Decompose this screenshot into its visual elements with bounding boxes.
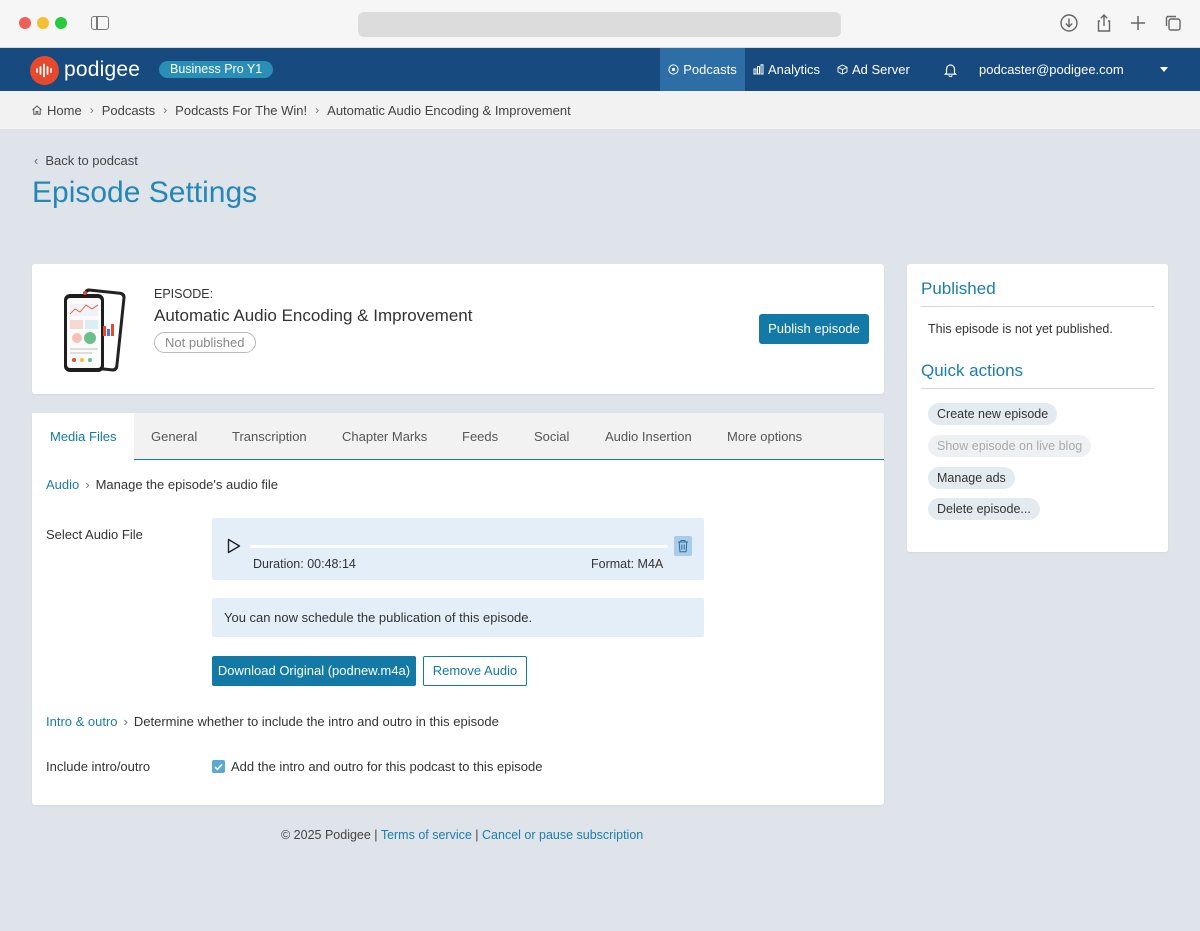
publish-episode-button[interactable]: Publish episode: [759, 314, 869, 344]
play-icon[interactable]: [227, 538, 241, 554]
user-menu-caret-icon[interactable]: [1160, 67, 1168, 72]
published-heading: Published: [921, 279, 996, 298]
footer-copyright: © 2025 Podigee |: [281, 828, 378, 842]
select-audio-file-label: Select Audio File: [46, 527, 143, 542]
tab-social[interactable]: Social: [534, 413, 569, 460]
manage-ads-button[interactable]: Manage ads: [928, 467, 1015, 489]
plan-badge: Business Pro Y1: [159, 61, 274, 78]
breadcrumb-podcasts[interactable]: Podcasts: [102, 103, 155, 118]
download-original-button[interactable]: Download Original (podnew.m4a): [212, 656, 416, 686]
audio-format: Format: M4A: [591, 557, 664, 571]
trash-icon[interactable]: [674, 536, 692, 556]
footer-divider: |: [475, 828, 479, 842]
podigee-logo-icon: [30, 55, 59, 85]
episode-sidebar-card: Published This episode is not yet publis…: [907, 264, 1168, 552]
nav-podcasts[interactable]: Podcasts: [660, 48, 745, 91]
remove-audio-button[interactable]: Remove Audio: [423, 656, 527, 686]
breadcrumb: Home › Podcasts › Podcasts For The Win! …: [0, 91, 1200, 130]
breadcrumb-podcast[interactable]: Podcasts For The Win!: [175, 103, 307, 118]
bar-chart-icon: [753, 64, 764, 75]
nav-analytics-label: Analytics: [768, 62, 821, 77]
breadcrumb-episode: Automatic Audio Encoding & Improvement: [327, 102, 571, 118]
audio-section-description: Manage the episode's audio file: [95, 477, 279, 492]
notifications-bell-icon[interactable]: [943, 48, 958, 91]
audio-duration: Duration: 00:48:14: [253, 557, 356, 571]
episode-cover-image: [64, 288, 126, 372]
user-menu[interactable]: podcaster@podigee.com: [979, 48, 1124, 91]
create-new-episode-button[interactable]: Create new episode: [928, 403, 1058, 425]
zoom-window-button[interactable]: [55, 17, 67, 29]
share-icon[interactable]: [1094, 13, 1114, 33]
tab-feeds[interactable]: Feeds: [462, 413, 498, 460]
page-title: Episode Settings: [32, 176, 258, 209]
quick-actions-heading: Quick actions: [921, 361, 1024, 380]
episode-label: EPISODE:: [154, 287, 214, 301]
tab-more-options[interactable]: More options: [727, 413, 802, 460]
app-header: podigee Business Pro Y1 Podcasts Analyti…: [0, 48, 1200, 91]
audio-progress-slider[interactable]: [250, 545, 668, 548]
cube-icon: [837, 64, 848, 75]
cancel-subscription-link[interactable]: Cancel or pause subscription: [482, 828, 643, 842]
audio-section-link[interactable]: Audio: [46, 477, 79, 492]
settings-tabs: Media Files General Transcription Chapte…: [32, 413, 884, 461]
brand-name: podigee: [64, 58, 141, 81]
back-link-label: Back to podcast: [45, 153, 138, 168]
intro-outro-section-link[interactable]: Intro & outro: [46, 714, 118, 729]
episode-title: Automatic Audio Encoding & Improvement: [154, 306, 473, 325]
terms-of-service-link[interactable]: Terms of service: [381, 828, 472, 842]
status-badge: Not published: [154, 332, 256, 353]
delete-episode-button[interactable]: Delete episode...: [928, 498, 1040, 520]
breadcrumb-separator-icon: ›: [315, 103, 320, 117]
tab-media-files[interactable]: Media Files: [32, 413, 135, 461]
divider: [921, 388, 1154, 389]
breadcrumb-home[interactable]: Home: [47, 103, 82, 118]
nav-ad-server-label: Ad Server: [852, 62, 910, 77]
intro-outro-section-description: Determine whether to include the intro a…: [133, 714, 499, 729]
tab-general[interactable]: General: [151, 413, 197, 460]
intro-outro-checkbox-label[interactable]: Add the intro and outro for this podcast…: [231, 759, 542, 774]
page-footer: © 2025 Podigee | Terms of service | Canc…: [281, 828, 643, 842]
nav-podcasts-label: Podcasts: [683, 62, 737, 77]
divider: [921, 306, 1154, 307]
podcast-icon: [668, 64, 679, 75]
address-bar[interactable]: [358, 12, 841, 37]
download-icon[interactable]: [1059, 13, 1079, 33]
audio-section-header: Audio › Manage the episode's audio file: [46, 477, 278, 492]
include-intro-outro-label: Include intro/outro: [46, 759, 151, 774]
breadcrumb-separator-icon: ›: [89, 103, 94, 117]
intro-outro-section-header: Intro & outro › Determine whether to inclu…: [46, 714, 499, 729]
schedule-notice: You can now schedule the publication of …: [212, 598, 704, 637]
sidebar-toggle-icon[interactable]: [91, 16, 109, 30]
intro-outro-checkbox[interactable]: [212, 760, 225, 773]
podigee-logo[interactable]: podigee: [30, 55, 140, 85]
episode-settings-panel: Media Files General Transcription Chapte…: [32, 413, 884, 805]
tab-audio-insertion[interactable]: Audio Insertion: [605, 413, 692, 460]
show-on-live-blog-button: Show episode on live blog: [928, 435, 1092, 457]
chevron-right-icon: ›: [85, 477, 90, 492]
chevron-right-icon: ›: [123, 714, 128, 729]
tab-chapter-marks[interactable]: Chapter Marks: [342, 413, 427, 460]
browser-toolbar: [0, 0, 1200, 48]
new-tab-icon[interactable]: [1128, 13, 1148, 33]
home-icon: [32, 105, 42, 115]
episode-summary-card: EPISODE: Automatic Audio Encoding & Impr…: [32, 264, 884, 394]
back-to-podcast-link[interactable]: ‹ Back to podcast: [34, 153, 138, 168]
chevron-left-icon: ‹: [34, 153, 39, 168]
nav-analytics[interactable]: Analytics: [753, 48, 820, 91]
tab-transcription[interactable]: Transcription: [232, 413, 307, 460]
published-status-text: This episode is not yet published.: [928, 322, 1113, 336]
close-window-button[interactable]: [19, 17, 31, 29]
audio-player: Duration: 00:48:14 Format: M4A: [212, 518, 704, 580]
breadcrumb-separator-icon: ›: [163, 103, 168, 117]
tab-overview-icon[interactable]: [1163, 13, 1183, 33]
user-email: podcaster@podigee.com: [979, 62, 1124, 77]
minimize-window-button[interactable]: [37, 17, 49, 29]
nav-ad-server[interactable]: Ad Server: [837, 48, 910, 91]
